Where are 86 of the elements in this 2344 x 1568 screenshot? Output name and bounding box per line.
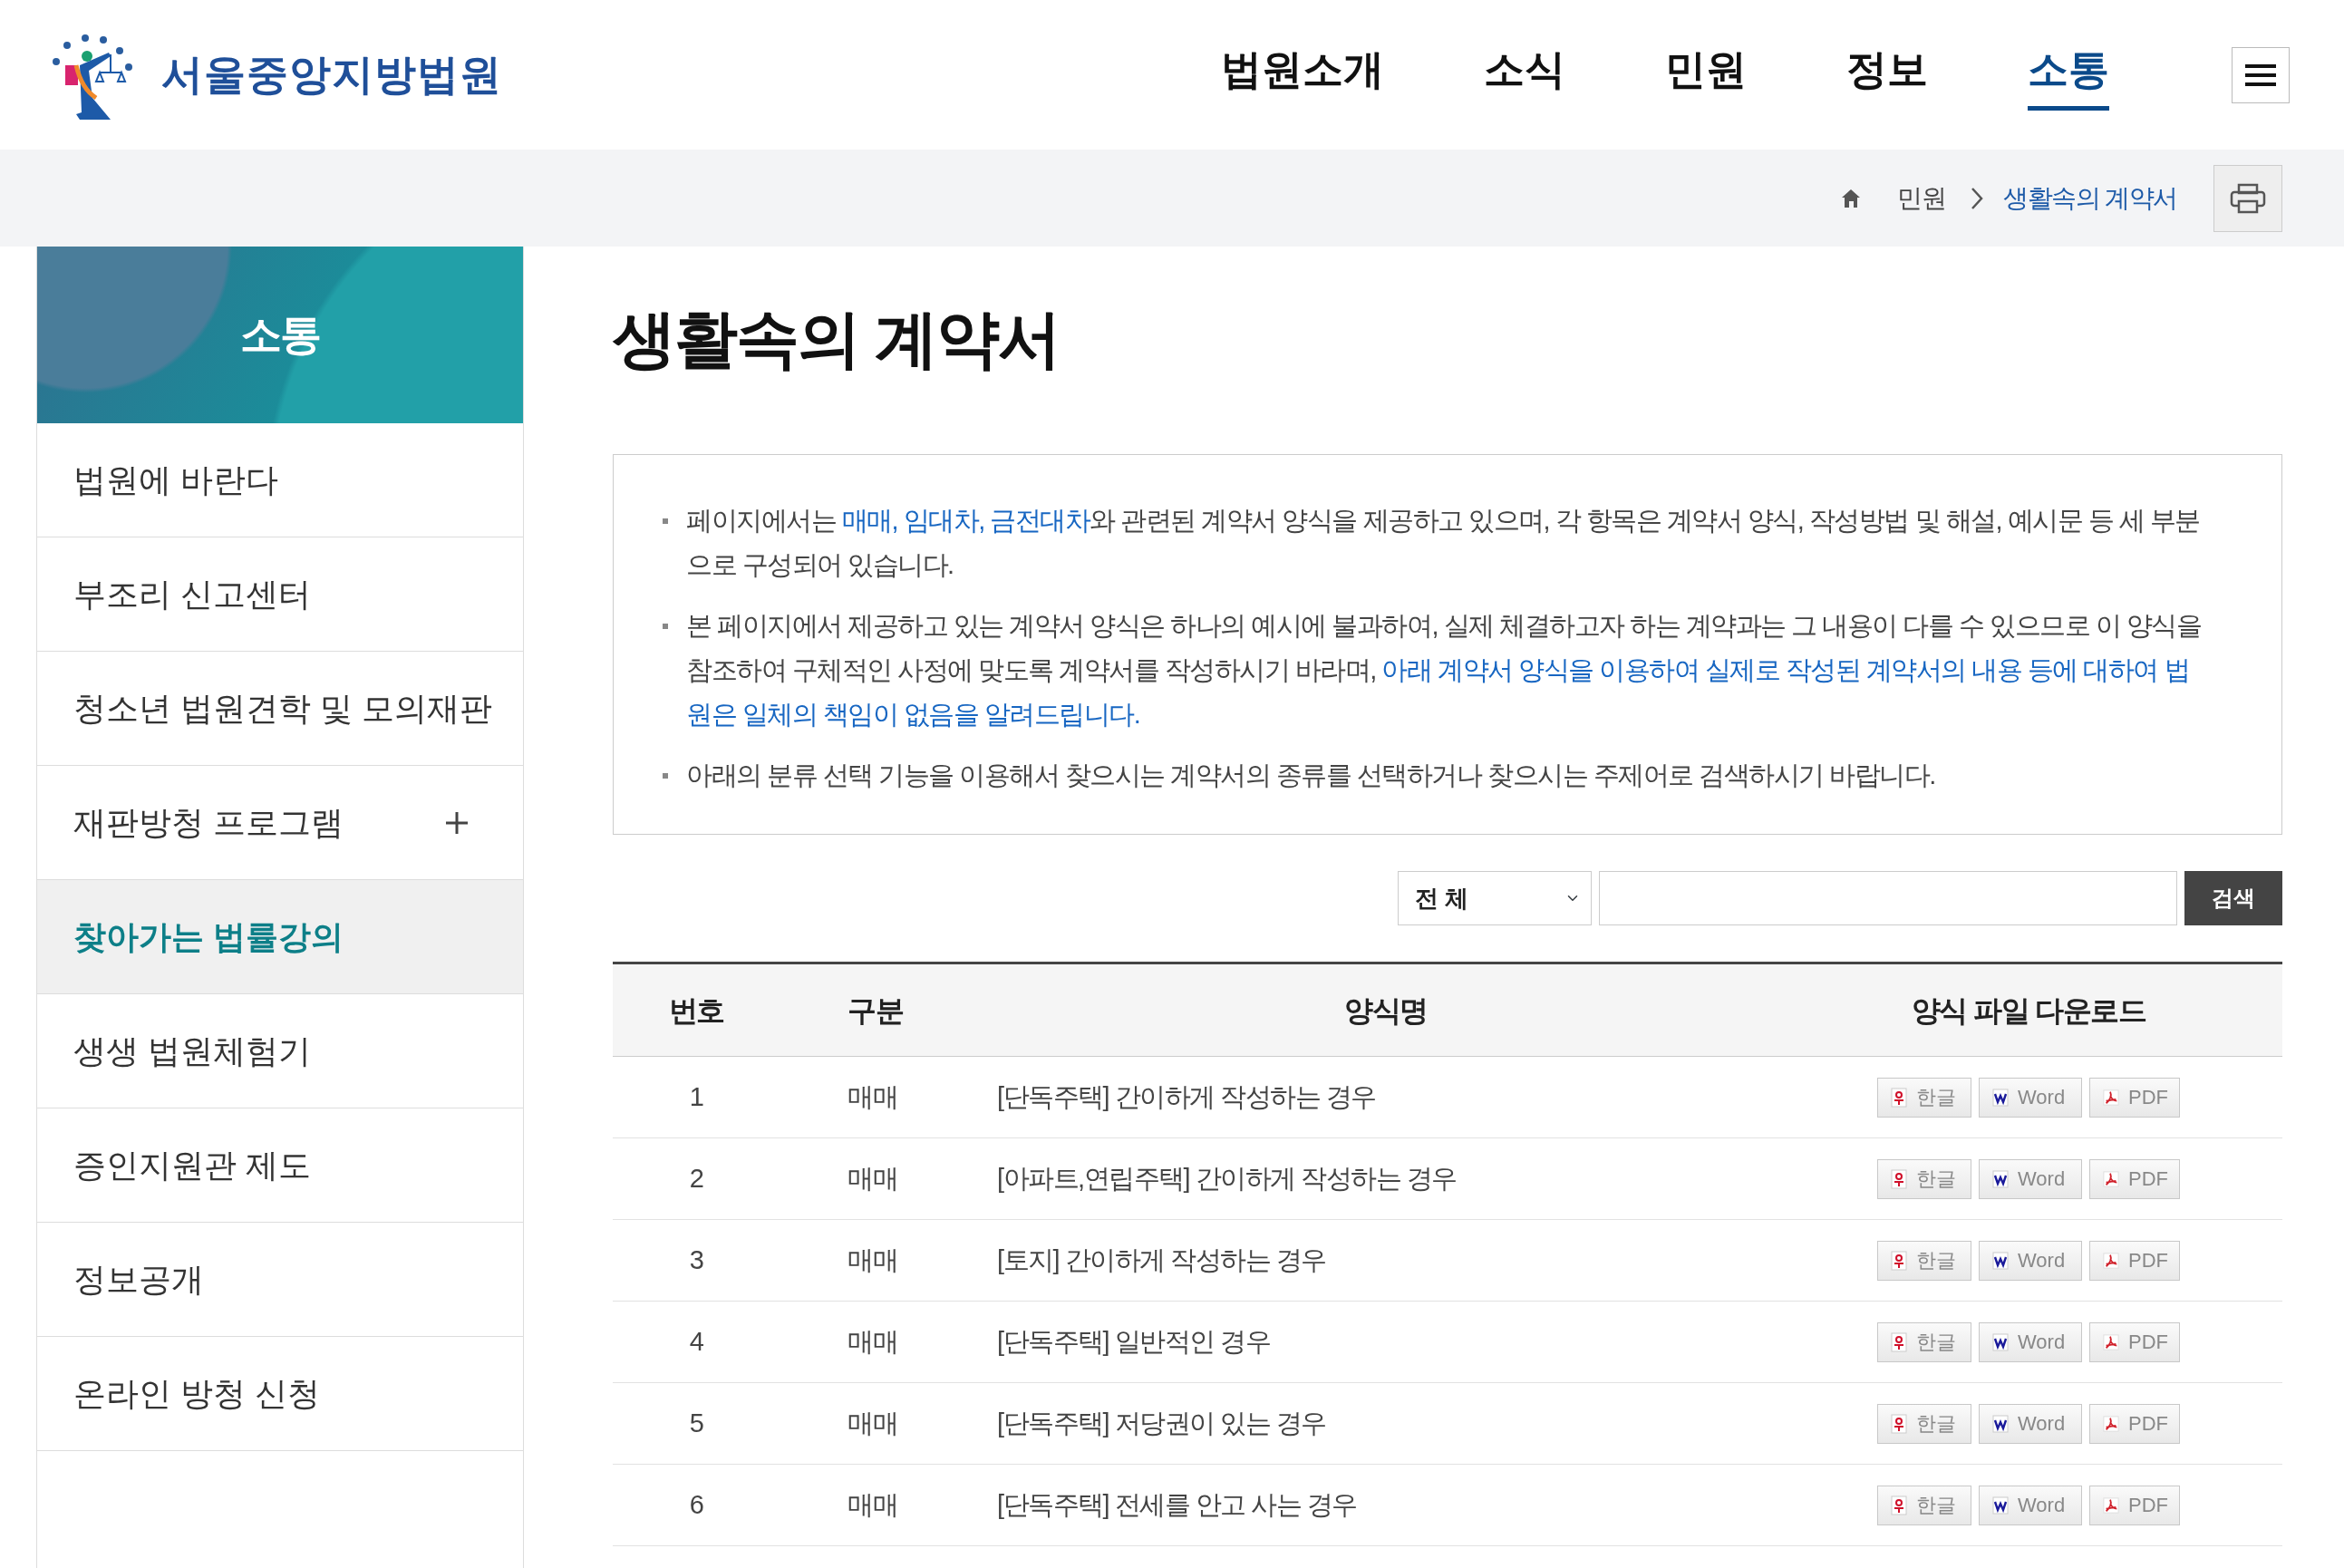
table-cell: 6 [689, 1489, 703, 1519]
table-cell: 2 [689, 1163, 703, 1193]
column-header: 양식 파일 다운로드 [1911, 992, 2146, 1029]
table-cell: [토지] 간이하게 작성하는 경우 [997, 1244, 1326, 1274]
table-cell: 매매 [848, 1163, 897, 1193]
download-button[interactable]: PDF [2089, 1403, 2180, 1444]
download-button[interactable]: 한글 [1877, 1403, 1971, 1444]
download-button[interactable]: 한글 [1877, 1321, 1971, 1362]
download-button[interactable]: Word [1979, 1158, 2082, 1199]
category-select[interactable]: 전 체 [1398, 871, 1592, 925]
bullet-icon [663, 773, 668, 779]
hangul-file-icon [1891, 1087, 1907, 1108]
breadcrumb-link[interactable]: 생활속의 계약서 [2003, 179, 2177, 218]
table-cell: [단독주택] 간이하게 작성하는 경우 [997, 1081, 1376, 1111]
page-title: 생활속의 계약서 [613, 303, 1061, 376]
word-file-icon [1992, 1169, 2009, 1188]
pdf-file-icon [2103, 1088, 2119, 1107]
column-header: 구분 [848, 993, 903, 1027]
notice-text: 아래의 분류 선택 기능을 이용해서 찾으시는 계약서의 종류를 선택하거나 찾으시는 주제어로 검색하시기 바랍니다. [686, 760, 1935, 789]
word-file-icon [1992, 1414, 2009, 1433]
nav-menu-item[interactable]: 민원 [1665, 39, 1747, 111]
download-button[interactable]: PDF [2089, 1321, 2180, 1362]
print-button[interactable] [2213, 164, 2282, 232]
home-link[interactable]: 서울중앙지방법원 [40, 24, 502, 125]
table-cell: 매매 [848, 1408, 897, 1437]
download-button[interactable]: Word [1979, 1485, 2082, 1525]
word-file-icon [1992, 1251, 2009, 1270]
hangul-file-icon [1891, 1413, 1907, 1434]
download-button[interactable]: 한글 [1877, 1485, 1971, 1525]
sidebar-title: 소통 [239, 310, 321, 360]
table-cell: 5 [689, 1408, 703, 1437]
pdf-file-icon [2103, 1332, 2119, 1351]
hangul-file-icon [1891, 1331, 1907, 1352]
notice-text: 페이지에서는 매매, 임대차, 금전대차와 관련된 계약서 양식을 제공하고 있으며, 각 항목은 계약서 양식, 작성방법 및 해설, 예시문 등 세 부분으로 구성되어 있습니다. [686, 506, 2200, 579]
breadcrumb-link[interactable]: 민원 [1897, 179, 1946, 218]
table-cell: [단독주택] 일반적인 경우 [997, 1326, 1271, 1356]
search-field[interactable] [1599, 871, 2177, 925]
pdf-file-icon [2103, 1169, 2119, 1188]
pdf-file-icon [2103, 1251, 2119, 1270]
menu-button[interactable] [2232, 46, 2290, 103]
hangul-file-icon [1891, 1168, 1907, 1189]
bullet-icon [663, 518, 668, 524]
download-button[interactable]: 한글 [1877, 1077, 1971, 1118]
download-button[interactable]: PDF [2089, 1240, 2180, 1281]
nav-menu-item[interactable]: 소식 [1484, 39, 1565, 111]
site-logo-text: 서울중앙지방법원 [161, 50, 502, 100]
download-button[interactable]: Word [1979, 1077, 2082, 1118]
pdf-file-icon [2103, 1414, 2119, 1433]
chevron-right-icon [1971, 186, 1984, 210]
download-button[interactable]: 한글 [1877, 1240, 1971, 1281]
table-cell: 1 [689, 1081, 703, 1111]
word-file-icon [1992, 1088, 2009, 1107]
nav-menu-item[interactable]: 정보 [1846, 39, 1928, 111]
sidebar-item[interactable]: 찾아가는 법률강의 [37, 880, 523, 994]
table-cell: 매매 [848, 1081, 897, 1111]
table-cell: [아파트,연립주택] 간이하게 작성하는 경우 [997, 1163, 1457, 1193]
table-cell: [단독주택] 전세를 안고 사는 경우 [997, 1489, 1357, 1519]
bullet-icon [663, 624, 668, 629]
table-cell: 매매 [848, 1326, 897, 1356]
column-header: 양식명 [1344, 993, 1428, 1027]
nav-menu-item[interactable]: 법원소개 [1221, 39, 1384, 111]
hangul-file-icon [1891, 1495, 1907, 1515]
plus-icon [445, 810, 469, 835]
nav-menu-item[interactable]: 소통 [2028, 39, 2109, 111]
menu-icon [2245, 63, 2276, 86]
word-file-icon [1992, 1332, 2009, 1351]
pdf-file-icon [2103, 1495, 2119, 1515]
download-button[interactable]: PDF [2089, 1158, 2180, 1199]
word-file-icon [1992, 1495, 2009, 1515]
table-cell: 매매 [848, 1489, 897, 1519]
table-cell: 4 [689, 1326, 703, 1356]
hangul-file-icon [1891, 1250, 1907, 1271]
download-button[interactable]: Word [1979, 1321, 2082, 1362]
home-icon[interactable] [1841, 188, 1862, 208]
column-header: 번호 [668, 993, 724, 1027]
table-cell: [단독주택] 저당권이 있는 경우 [997, 1408, 1326, 1437]
download-button[interactable]: Word [1979, 1240, 2082, 1281]
notice-text: 본 페이지에서 제공하고 있는 계약서 양식은 하나의 예시에 불과하여, 실제 체결하고자 하는 계약과는 그 내용이 다를 수 있으므로 이 양식을 참조하여 구체적인 사정에 맞도록 계약서를 작성하시기 바라며, 아래 계약서 양식을 이용하여 실제로 작성된 계약서의 내용 등에 대하여 법원은 일체의 책임이 없음을 알려드립니다. [686, 611, 2202, 729]
download-button[interactable]: 한글 [1877, 1158, 1971, 1199]
search-button[interactable]: 검색 [2184, 871, 2282, 925]
download-button[interactable]: PDF [2089, 1077, 2180, 1118]
print-icon [2230, 182, 2266, 214]
download-button[interactable]: Word [1979, 1403, 2082, 1444]
table-cell: 3 [689, 1244, 703, 1274]
table-cell: 매매 [848, 1244, 897, 1274]
download-button[interactable]: PDF [2089, 1485, 2180, 1525]
